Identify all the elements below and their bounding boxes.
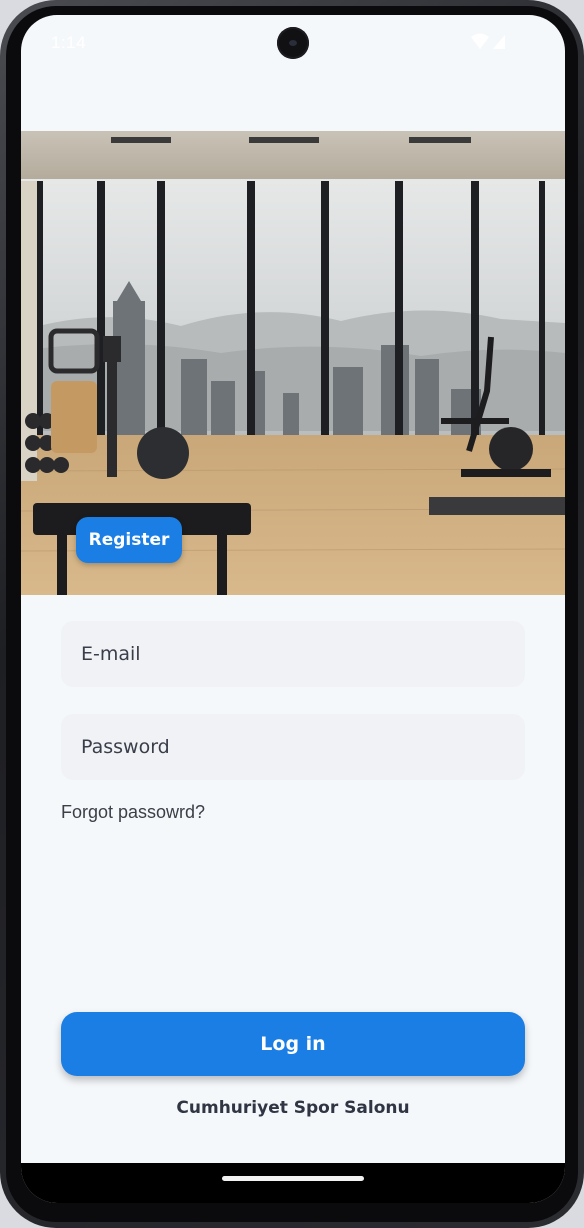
- password-field[interactable]: [61, 714, 525, 780]
- gym-name: Cumhuriyet Spor Salonu: [176, 1098, 410, 1118]
- email-field[interactable]: [61, 621, 525, 687]
- login-button[interactable]: Log in: [61, 1012, 525, 1076]
- signal-icon: [493, 35, 505, 49]
- home-indicator[interactable]: [222, 1176, 364, 1181]
- forgot-password-link[interactable]: Forgot passowrd?: [61, 802, 205, 823]
- system-nav-bar: [21, 1163, 565, 1203]
- front-camera: [277, 27, 309, 59]
- status-icons: [469, 33, 509, 51]
- app-screen: 1:14 Register E-mail Forgot passowrd? Lo…: [21, 15, 565, 1203]
- wifi-icon: [471, 33, 489, 49]
- status-bar: 1:14: [21, 15, 565, 75]
- register-button[interactable]: Register: [76, 517, 182, 563]
- status-time: 1:14: [51, 33, 87, 52]
